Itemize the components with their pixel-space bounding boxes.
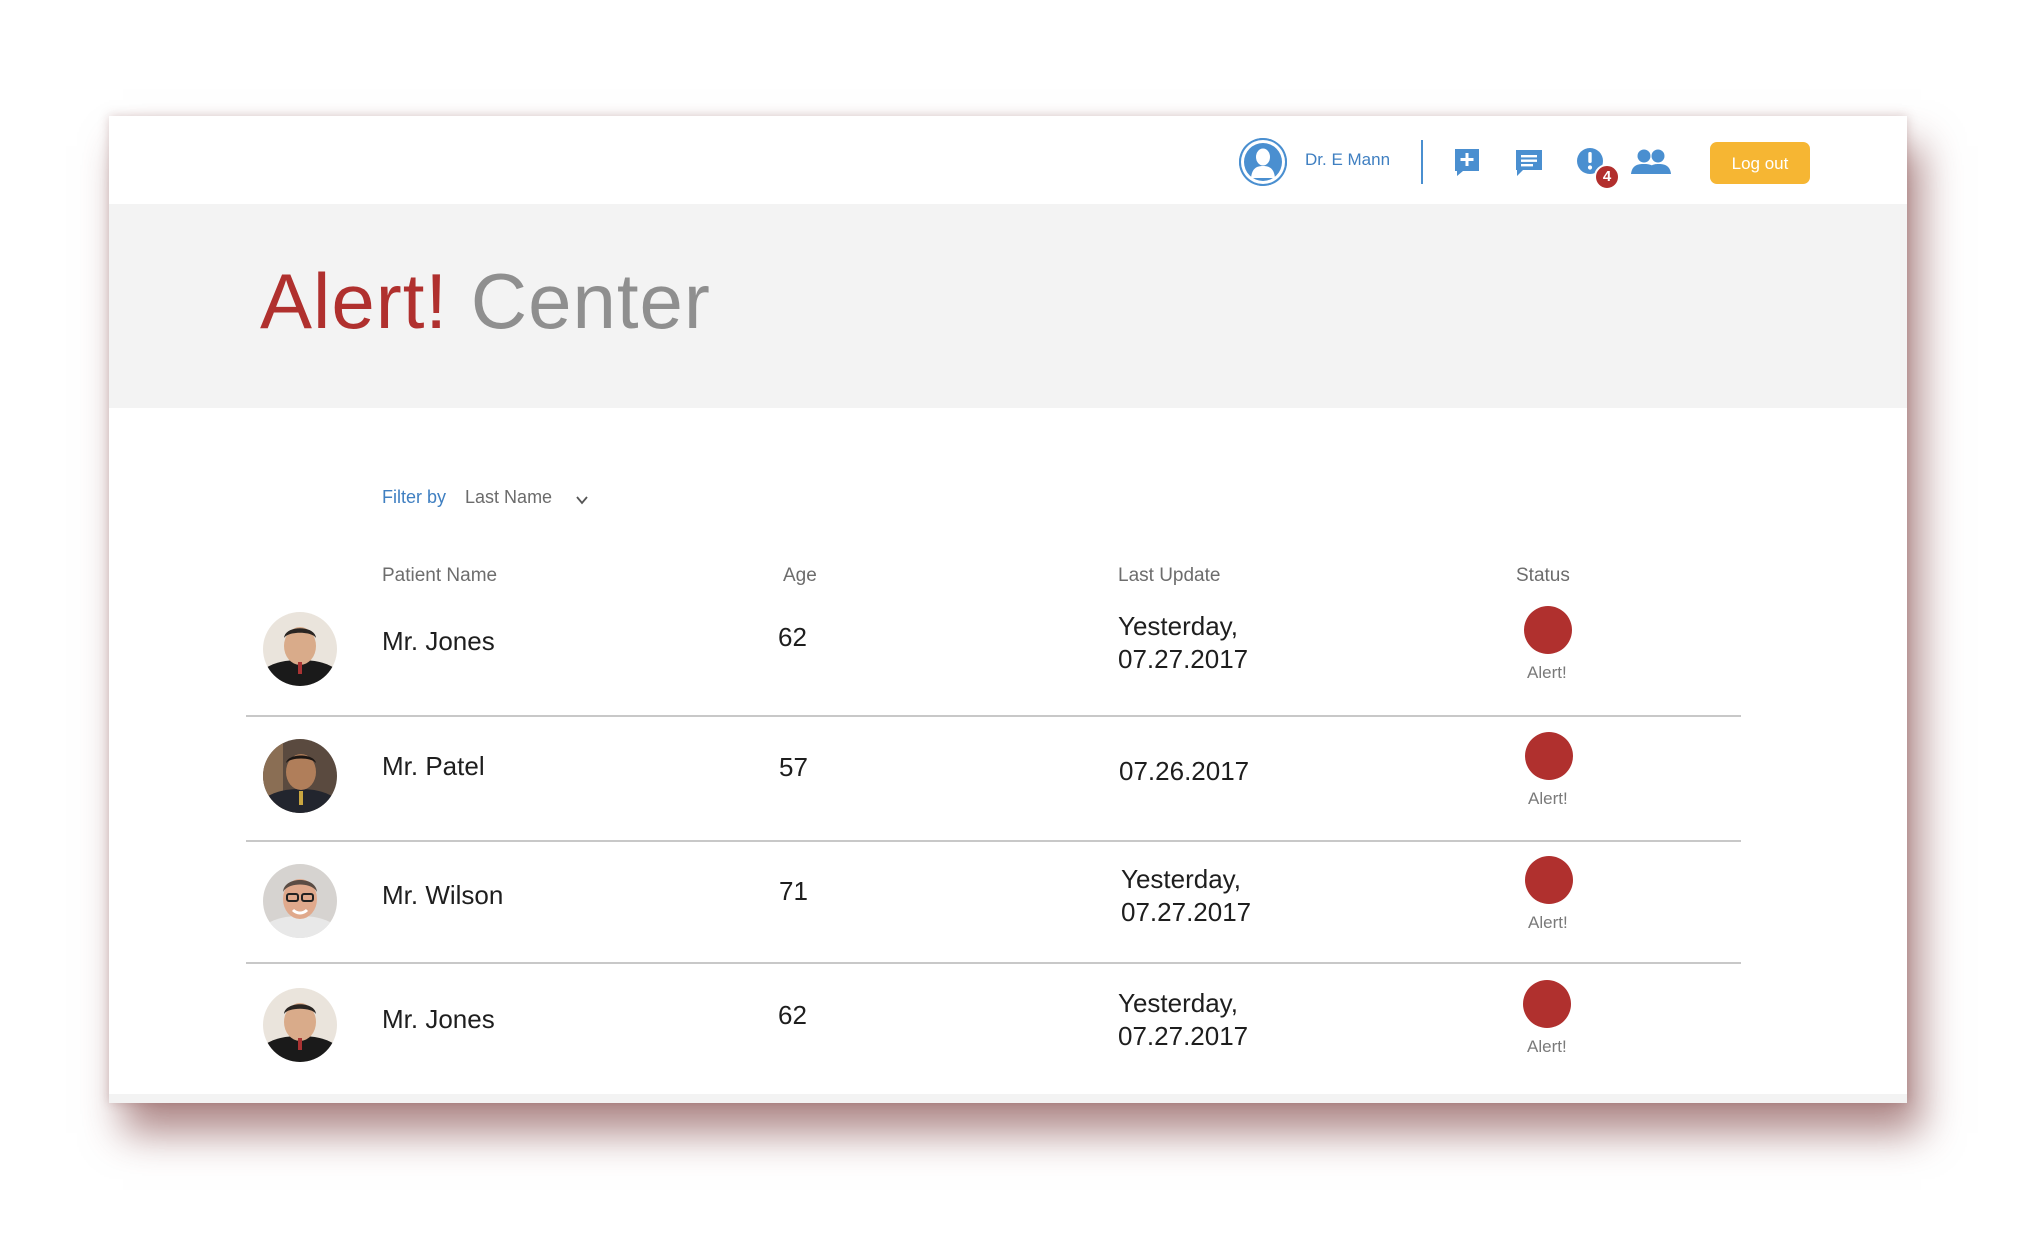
patient-age: 62	[778, 622, 807, 652]
chevron-down-icon[interactable]	[575, 491, 589, 505]
filter-control[interactable]: Filter by Last Name	[382, 487, 589, 508]
page-title-center: Center	[470, 257, 711, 345]
patient-avatar[interactable]	[263, 739, 337, 813]
patient-name[interactable]: Mr. Jones	[382, 626, 495, 657]
last-update: Yesterday, 07.27.2017	[1118, 610, 1248, 676]
patient-name[interactable]: Mr. Wilson	[382, 880, 503, 911]
filter-label: Filter by	[382, 487, 447, 507]
status-label: Alert!	[1528, 913, 1568, 932]
patient-name[interactable]: Mr. Patel	[382, 751, 485, 782]
status-label: Alert!	[1527, 1037, 1567, 1056]
last-update-line2: 07.27.2017	[1118, 644, 1249, 674]
table-row[interactable]: Mr. Wilson 71 Yesterday, 07.27.2017 Aler…	[246, 856, 1741, 966]
status-label: Alert!	[1528, 789, 1568, 808]
chat-icon[interactable]	[1513, 146, 1545, 178]
patient-age: 57	[779, 752, 808, 782]
table-row[interactable]: Mr. Patel 57 07.26.2017 Alert!	[246, 732, 1741, 842]
status-alert-indicator[interactable]	[1525, 732, 1573, 780]
filter-select-value[interactable]: Last Name	[465, 487, 552, 507]
patient-avatar[interactable]	[263, 988, 337, 1062]
table-row[interactable]: Mr. Jones 62 Yesterday, 07.27.2017 Alert…	[246, 606, 1741, 716]
patient-name[interactable]: Mr. Jones	[382, 1004, 495, 1035]
last-update: 07.26.2017	[1119, 755, 1249, 788]
column-header-status[interactable]: Status	[1516, 565, 1570, 587]
row-divider	[246, 962, 1741, 964]
patient-age: 62	[778, 1000, 807, 1030]
page-title: Alert! Center	[260, 256, 711, 347]
add-note-icon[interactable]	[1451, 146, 1483, 178]
page-title-alert: Alert!	[260, 257, 449, 345]
last-update-line1: Yesterday,	[1118, 611, 1238, 641]
last-update: Yesterday, 07.27.2017	[1118, 987, 1248, 1053]
patient-age: 71	[779, 876, 808, 906]
app-window: Dr. E Mann 4 Log out Alert! Center Filte…	[109, 116, 1907, 1103]
user-avatar-icon[interactable]	[1239, 138, 1287, 186]
status-label: Alert!	[1527, 663, 1567, 682]
last-update: Yesterday, 07.27.2017	[1121, 863, 1251, 929]
table-row[interactable]: Mr. Jones 62 Yesterday, 07.27.2017 Alert…	[246, 980, 1741, 1090]
logout-button[interactable]: Log out	[1710, 142, 1810, 184]
row-divider	[246, 715, 1741, 717]
status-alert-indicator[interactable]	[1525, 856, 1573, 904]
column-header-patient-name[interactable]: Patient Name	[382, 565, 497, 587]
group-icon[interactable]	[1630, 146, 1672, 178]
page-header-banner: Alert! Center	[109, 204, 1907, 408]
column-header-last-update[interactable]: Last Update	[1118, 565, 1220, 587]
patient-avatar[interactable]	[263, 864, 337, 938]
column-header-age[interactable]: Age	[783, 565, 817, 587]
last-update-line1: Yesterday,	[1121, 864, 1241, 894]
last-update-line2: 07.27.2017	[1118, 1021, 1249, 1051]
patient-avatar[interactable]	[263, 612, 337, 686]
status-alert-indicator[interactable]	[1523, 980, 1571, 1028]
header-divider	[1421, 140, 1423, 184]
page-bottom-edge	[109, 1094, 1907, 1103]
last-update-line1: Yesterday,	[1118, 988, 1238, 1018]
alerts-count-badge: 4	[1594, 164, 1620, 190]
top-bar: Dr. E Mann 4 Log out	[109, 116, 1907, 204]
status-alert-indicator[interactable]	[1524, 606, 1572, 654]
row-divider	[246, 840, 1741, 842]
last-update-line2: 07.27.2017	[1121, 897, 1252, 927]
last-update-line1: 07.26.2017	[1119, 756, 1250, 786]
user-name[interactable]: Dr. E Mann	[1305, 150, 1390, 170]
